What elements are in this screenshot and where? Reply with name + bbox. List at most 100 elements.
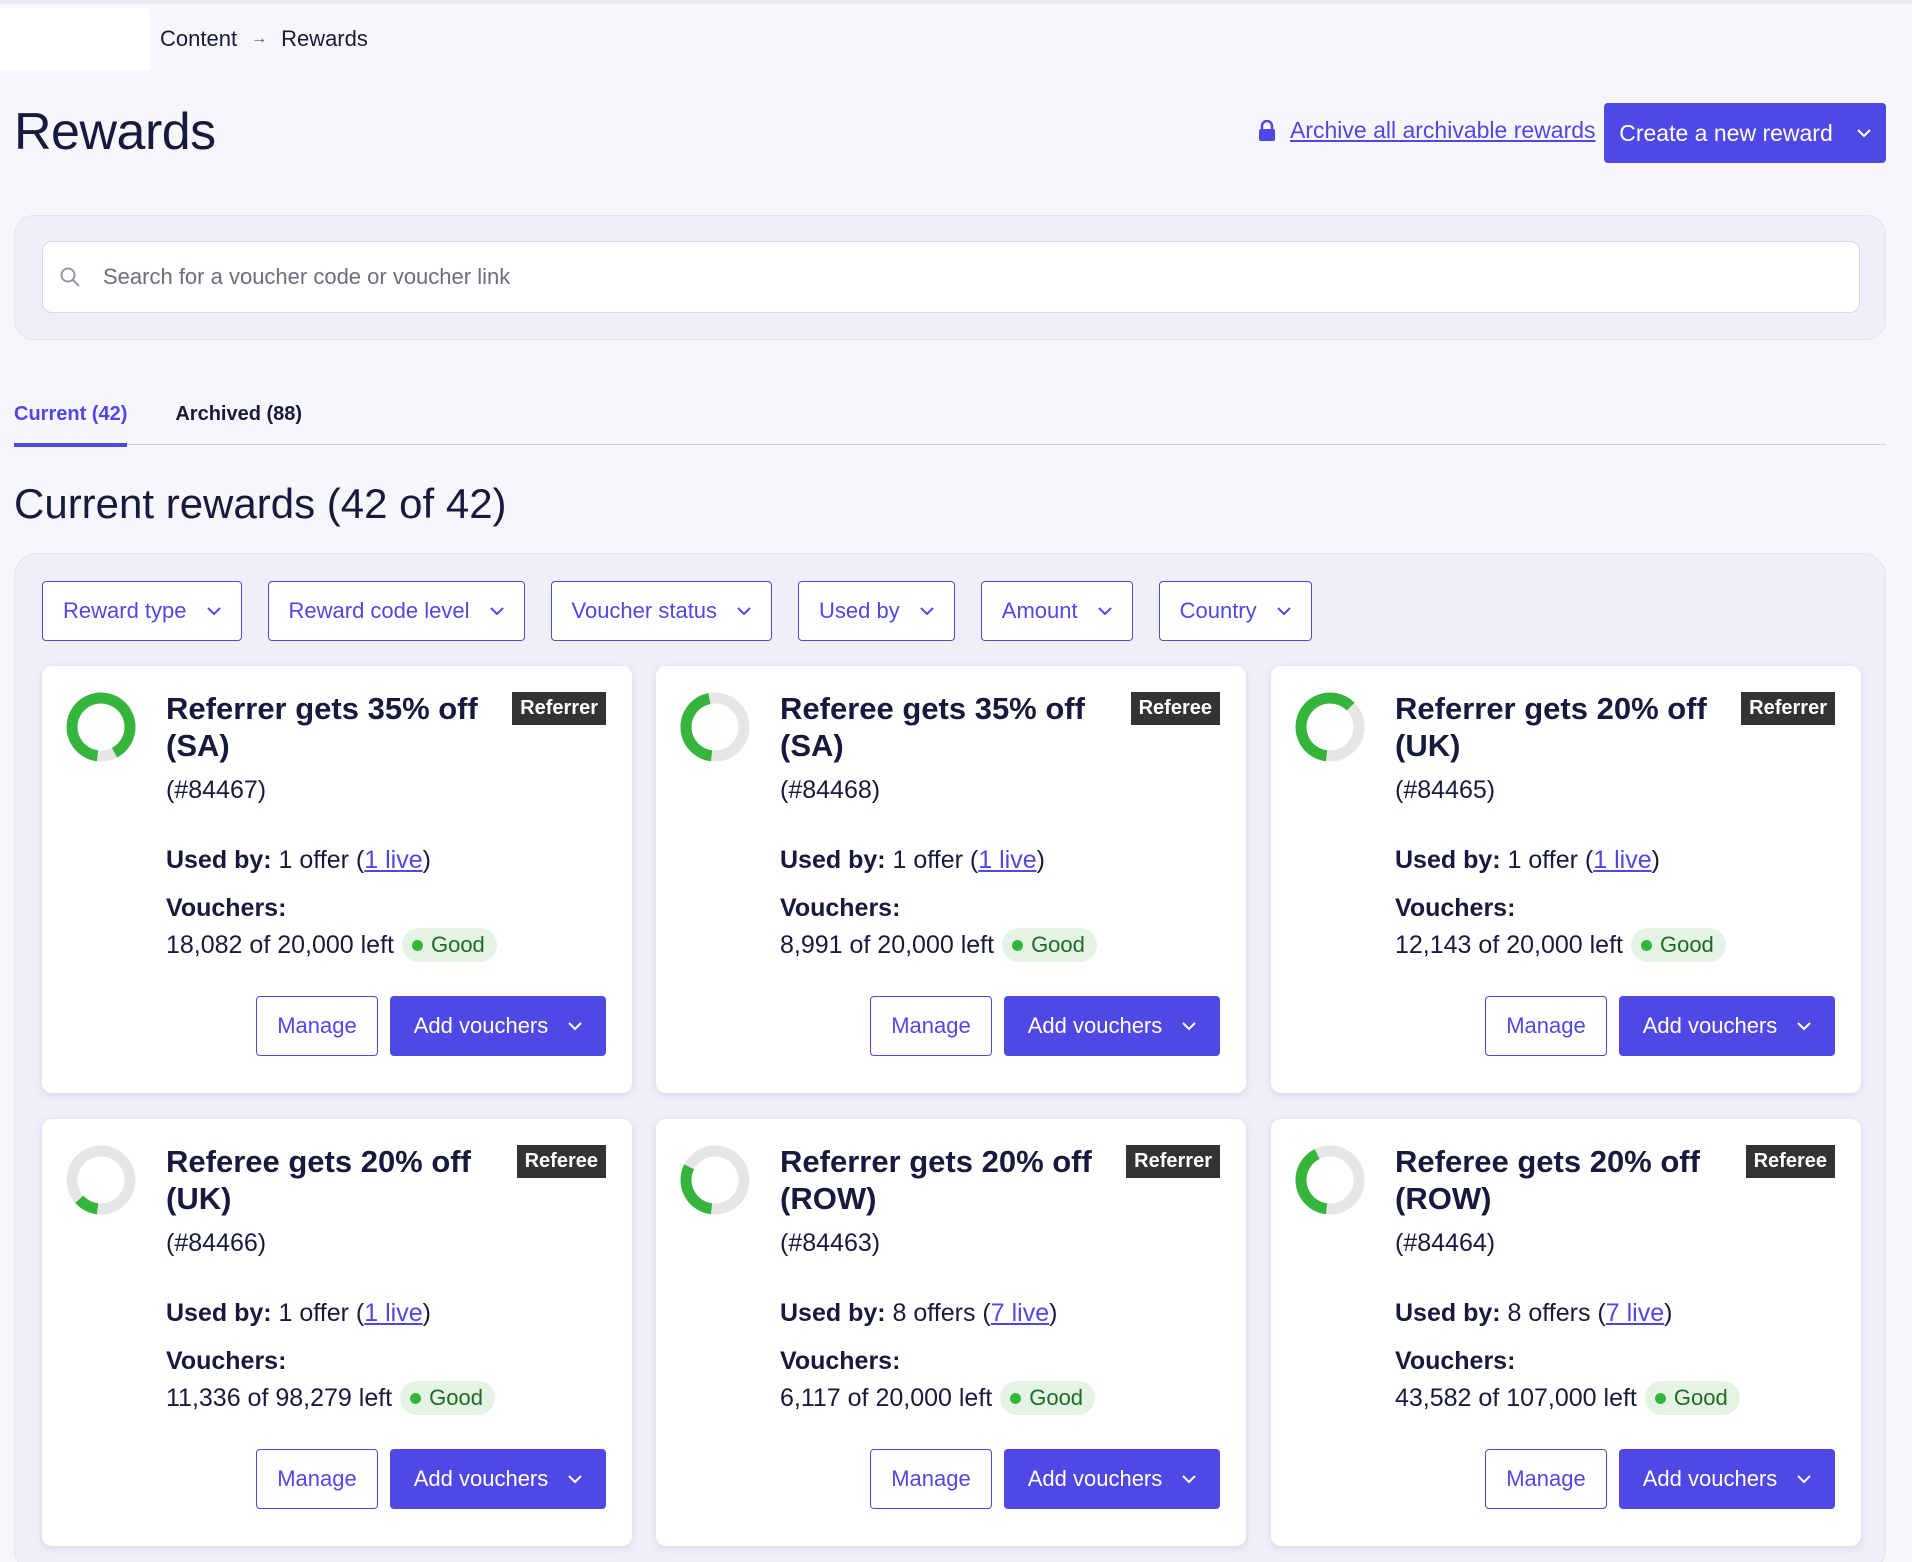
filter-label: Country (1179, 598, 1257, 623)
vouchers-left-text: 8,991 of 20,000 left (780, 930, 995, 959)
add-vouchers-label: Add vouchers (413, 1466, 549, 1491)
filter-amount[interactable]: Amount (980, 581, 1133, 641)
offer-count: 1 offer (892, 846, 963, 874)
archive-all-link[interactable]: Archive all archivable rewards (1258, 117, 1596, 144)
status-label: Good (1673, 1385, 1728, 1410)
voucher-remaining-donut (66, 692, 136, 762)
voucher-remaining-donut (680, 692, 750, 762)
add-vouchers-button[interactable]: Add vouchers (1619, 996, 1835, 1056)
add-vouchers-button[interactable]: Add vouchers (1004, 996, 1220, 1056)
used-by-line: Used by: 1 offer (1 live) (1395, 846, 1660, 874)
vouchers-label: Vouchers: (780, 1347, 901, 1375)
used-by-label: Used by: (1395, 1299, 1501, 1327)
reward-role-badge: Referrer (1741, 692, 1835, 725)
filter-used-by[interactable]: Used by (798, 581, 955, 641)
reward-card: Referrer gets 20% off (ROW) Referrer (#8… (656, 1119, 1246, 1546)
reward-role-badge: Referee (516, 1145, 606, 1178)
page-title: Rewards (14, 103, 216, 161)
add-vouchers-label: Add vouchers (1027, 1466, 1163, 1491)
archive-all-link-label: Archive all archivable rewards (1290, 117, 1596, 143)
reward-card: Referrer gets 20% off (UK) Referrer (#84… (1271, 666, 1861, 1093)
manage-button[interactable]: Manage (1485, 996, 1607, 1056)
reward-id: (#84465) (1395, 776, 1496, 804)
add-vouchers-button[interactable]: Add vouchers (390, 996, 606, 1056)
tab-current[interactable]: Current (42) (14, 395, 128, 447)
offer-count: 8 offers (1507, 1299, 1591, 1327)
status-badge: Good (1630, 928, 1726, 962)
tab-archived[interactable]: Archived (88) (175, 395, 302, 445)
reward-role-badge: Referee (1130, 692, 1220, 725)
search-icon (60, 267, 80, 287)
vouchers-remaining: 8,991 of 20,000 left Good (780, 928, 1097, 962)
voucher-remaining-donut (680, 1145, 750, 1215)
breadcrumb: Content → Rewards (160, 26, 368, 52)
filter-label: Reward type (63, 598, 187, 623)
live-offers-link[interactable]: 1 live (364, 1299, 422, 1327)
add-vouchers-label: Add vouchers (413, 1013, 549, 1038)
offer-count: 1 offer (278, 1299, 349, 1327)
reward-tabs: Current (42) Archived (88) (14, 395, 1886, 447)
live-offers-link[interactable]: 7 live (1606, 1299, 1664, 1327)
vouchers-left-text: 11,336 of 98,279 left (166, 1383, 393, 1412)
vouchers-remaining: 6,117 of 20,000 left Good (780, 1381, 1096, 1415)
add-vouchers-button[interactable]: Add vouchers (1004, 1449, 1220, 1509)
chevron-down-icon (1182, 1474, 1196, 1483)
add-vouchers-button[interactable]: Add vouchers (1619, 1449, 1835, 1509)
search-input[interactable] (103, 264, 1859, 290)
filter-bar: Reward type Reward code level Voucher st… (42, 581, 1312, 641)
manage-button[interactable]: Manage (870, 996, 992, 1056)
logo-area (0, 8, 150, 70)
live-offers-link[interactable]: 1 live (1593, 846, 1651, 874)
status-label: Good (430, 932, 485, 957)
status-badge: Good (1002, 928, 1097, 962)
add-vouchers-label: Add vouchers (1642, 1013, 1778, 1038)
used-by-label: Used by: (780, 846, 886, 874)
breadcrumb-item-content[interactable]: Content (160, 26, 237, 52)
reward-role-badge: Referrer (1126, 1145, 1220, 1178)
reward-card: Referee gets 20% off (ROW) Referee (#844… (1271, 1119, 1861, 1546)
manage-button[interactable]: Manage (870, 1449, 992, 1509)
manage-button[interactable]: Manage (256, 996, 378, 1056)
arrow-right-icon: → (251, 30, 268, 47)
vouchers-label: Vouchers: (166, 1347, 287, 1375)
reward-card: Referee gets 20% off (UK) Referee (#8446… (42, 1119, 632, 1546)
filter-reward-code-level[interactable]: Reward code level (267, 581, 525, 641)
live-offers-link[interactable]: 7 live (991, 1299, 1049, 1327)
vouchers-remaining: 43,582 of 107,000 left Good (1395, 1381, 1740, 1415)
chevron-down-icon (489, 606, 504, 615)
chevron-down-icon (1097, 606, 1112, 615)
live-offers-link[interactable]: 1 live (364, 846, 422, 874)
add-vouchers-label: Add vouchers (1642, 1466, 1778, 1491)
status-dot-icon (1012, 939, 1024, 951)
status-badge: Good (401, 928, 497, 962)
section-title: Current rewards (42 of 42) (14, 480, 507, 527)
chevron-down-icon (206, 606, 221, 615)
vouchers-left-text: 6,117 of 20,000 left (780, 1383, 993, 1412)
vouchers-left-text: 12,143 of 20,000 left (1395, 930, 1623, 959)
create-reward-button[interactable]: Create a new reward (1604, 103, 1886, 163)
filter-voucher-status[interactable]: Voucher status (550, 581, 773, 641)
vouchers-label: Vouchers: (1395, 1347, 1516, 1375)
filter-country[interactable]: Country (1158, 581, 1312, 641)
filter-reward-type[interactable]: Reward type (42, 581, 242, 641)
offer-count: 8 offers (892, 1299, 976, 1327)
search-field[interactable] (42, 241, 1860, 313)
vouchers-remaining: 18,082 of 20,000 left Good (166, 928, 497, 962)
chevron-down-icon (568, 1021, 582, 1030)
chevron-down-icon (1276, 606, 1291, 615)
add-vouchers-button[interactable]: Add vouchers (390, 1449, 606, 1509)
manage-button[interactable]: Manage (256, 1449, 378, 1509)
reward-id: (#84467) (166, 776, 267, 804)
reward-title: Referee gets 35% off (SA) (780, 691, 1085, 763)
live-offers-link[interactable]: 1 live (978, 846, 1036, 874)
used-by-label: Used by: (780, 1299, 886, 1327)
add-vouchers-label: Add vouchers (1027, 1013, 1163, 1038)
search-panel (14, 215, 1886, 340)
reward-id: (#84466) (166, 1229, 267, 1257)
status-label: Good (1031, 932, 1085, 957)
create-reward-button-label: Create a new reward (1619, 119, 1833, 146)
status-badge: Good (1000, 1381, 1096, 1415)
reward-role-badge: Referrer (512, 692, 606, 725)
status-label: Good (1659, 932, 1714, 957)
manage-button[interactable]: Manage (1485, 1449, 1607, 1509)
